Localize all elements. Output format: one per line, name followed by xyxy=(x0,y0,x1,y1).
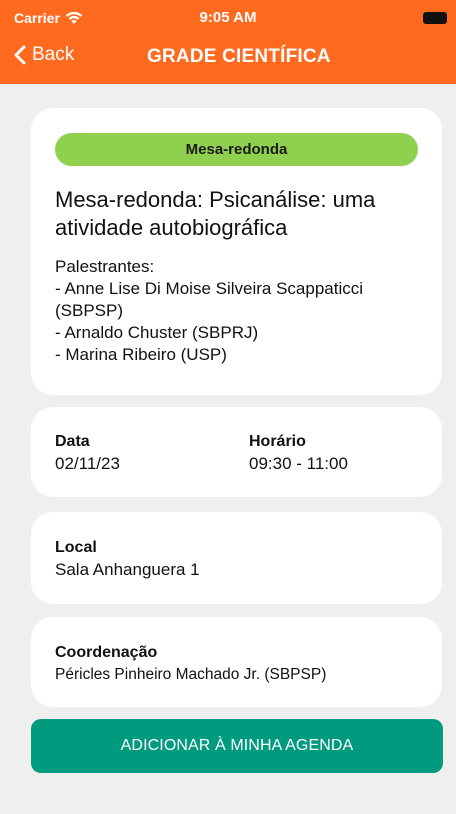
location-value: Sala Anhanguera 1 xyxy=(55,560,200,579)
speaker-item: - Arnaldo Chuster (SBPRJ) xyxy=(55,323,259,342)
app-screen: Carrier 9:05 AM Back GRADE CIENTÍFICA Me… xyxy=(0,0,456,814)
speakers-label: Palestrantes: xyxy=(55,257,155,276)
time-value: 09:30 - 11:00 xyxy=(249,454,348,473)
coordination-value: Péricles Pinheiro Machado Jr. (SBPSP) xyxy=(55,666,327,683)
back-button[interactable]: Back xyxy=(14,44,74,66)
category-badge: Mesa-redonda xyxy=(55,133,418,166)
coordination-label: Coordenação xyxy=(55,644,158,661)
location-card: Local Sala Anhanguera 1 xyxy=(31,512,442,604)
status-bar: Carrier 9:05 AM xyxy=(0,0,456,34)
time-label: Horário xyxy=(249,433,306,450)
date-value: 02/11/23 xyxy=(55,454,120,473)
speakers-section: Palestrantes: - Anne Lise Di Moise Silve… xyxy=(55,256,425,366)
chevron-left-icon xyxy=(14,45,26,65)
page-title: GRADE CIENTÍFICA xyxy=(147,46,331,67)
navigation-bar: Back GRADE CIENTÍFICA xyxy=(0,38,456,82)
header: Carrier 9:05 AM Back GRADE CIENTÍFICA xyxy=(0,0,456,84)
date-label: Data xyxy=(55,433,90,450)
schedule-card: Data 02/11/23 Horário 09:30 - 11:00 xyxy=(31,407,442,497)
battery-icon xyxy=(423,12,447,24)
location-field: Local Sala Anhanguera 1 xyxy=(55,538,425,582)
back-label: Back xyxy=(32,44,75,65)
speaker-item: - Marina Ribeiro (USP) xyxy=(55,345,227,364)
event-title: Mesa-redonda: Psicanálise: uma atividade… xyxy=(55,187,376,240)
event-card: Mesa-redonda Mesa-redonda: Psicanálise: … xyxy=(31,108,442,395)
add-to-agenda-button[interactable]: ADICIONAR À MINHA AGENDA xyxy=(31,719,443,773)
coordination-field: Coordenação Péricles Pinheiro Machado Jr… xyxy=(55,643,425,687)
location-label: Local xyxy=(55,539,97,556)
time-field: Horário 09:30 - 11:00 xyxy=(249,432,348,476)
coordination-card: Coordenação Péricles Pinheiro Machado Jr… xyxy=(31,617,442,707)
speaker-item: - Anne Lise Di Moise Silveira Scappaticc… xyxy=(55,279,364,320)
status-time: 9:05 AM xyxy=(199,9,257,26)
date-field: Data 02/11/23 xyxy=(55,432,120,476)
